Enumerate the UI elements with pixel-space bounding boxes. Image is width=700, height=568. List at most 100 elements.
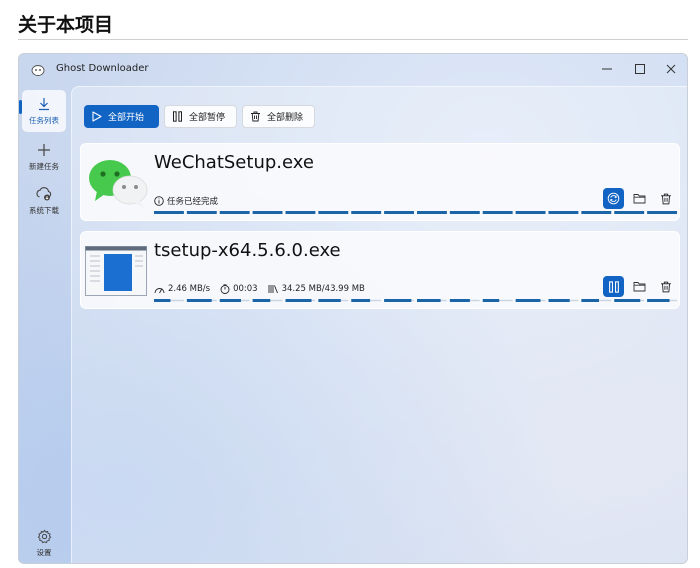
time-stat: 00:03 xyxy=(220,284,258,294)
progress-segment xyxy=(219,211,250,214)
progress-bar xyxy=(154,299,677,302)
app-window: Ghost Downloader 任务列表 新建任务 系统下载 设置 全部开始 … xyxy=(18,53,688,564)
installer-icon xyxy=(85,246,147,296)
progress-segment xyxy=(647,211,677,214)
sidebar-item-new-task[interactable]: 新建任务 xyxy=(22,136,66,178)
redownload-button[interactable] xyxy=(603,188,624,209)
progress-segment xyxy=(548,211,579,214)
task-list-panel: 全部开始 全部暂停 全部删除 WeChatSetup.exe 任务已经完成 ts… xyxy=(71,86,687,563)
progress-bar xyxy=(154,211,677,214)
ghost-app-icon xyxy=(31,65,45,76)
progress-segment xyxy=(318,211,349,214)
progress-segment xyxy=(515,299,541,302)
speedometer-icon xyxy=(154,287,165,293)
progress-segment xyxy=(417,299,441,302)
progress-segment xyxy=(219,299,241,302)
progress-segment xyxy=(186,299,212,302)
delete-all-button[interactable]: 全部删除 xyxy=(242,105,315,128)
close-icon xyxy=(666,64,676,74)
progress-segment xyxy=(186,211,217,214)
time-left-text: 00:03 xyxy=(233,284,258,294)
plus-icon xyxy=(38,144,50,156)
pause-all-button[interactable]: 全部暂停 xyxy=(164,105,237,128)
progress-segment xyxy=(384,299,412,302)
pause-icon xyxy=(173,111,182,122)
sidebar-item-label: 设置 xyxy=(36,547,52,557)
close-button[interactable] xyxy=(657,58,685,80)
progress-segment xyxy=(581,299,600,302)
refresh-icon xyxy=(607,192,620,205)
trash-icon xyxy=(251,111,260,122)
progress-segment xyxy=(548,299,570,302)
heading-divider xyxy=(18,39,688,40)
progress-segment xyxy=(252,211,283,214)
trash-icon xyxy=(660,193,671,204)
progress-segment xyxy=(252,299,271,302)
progress-segment xyxy=(449,299,470,302)
folder-icon xyxy=(633,282,646,292)
window-title: Ghost Downloader xyxy=(56,63,149,74)
title-bar: Ghost Downloader xyxy=(19,54,687,86)
progress-segment xyxy=(417,211,447,214)
start-all-button[interactable]: 全部开始 xyxy=(84,105,159,128)
progress-segment xyxy=(482,211,513,214)
download-icon xyxy=(39,98,49,111)
sidebar-item-system-download[interactable]: 系统下载 xyxy=(22,180,66,222)
progress-segment xyxy=(647,299,670,302)
sidebar-item-label: 新建任务 xyxy=(29,162,59,171)
active-indicator xyxy=(19,100,22,114)
task-card: WeChatSetup.exe 任务已经完成 xyxy=(80,143,680,221)
pause-icon xyxy=(608,280,619,293)
progress-segment xyxy=(351,299,371,302)
progress-segment xyxy=(318,299,341,302)
sidebar-item-label: 任务列表 xyxy=(29,116,59,125)
delete-all-label: 全部删除 xyxy=(267,113,304,123)
task-stats: 2.46 MB/s 00:03 34.25 MB/43.99 MB xyxy=(154,284,375,294)
timer-icon xyxy=(220,284,230,294)
task-card: tsetup-x64.5.6.0.exe 2.46 MB/s 00:03 34.… xyxy=(80,231,680,309)
status-text: 任务已经完成 xyxy=(167,197,219,207)
progress-segment xyxy=(154,299,171,302)
open-folder-button[interactable] xyxy=(629,188,650,209)
progress-segment xyxy=(482,299,500,302)
file-name: WeChatSetup.exe xyxy=(154,152,314,173)
open-folder-button[interactable] xyxy=(629,276,650,297)
speed-text: 2.46 MB/s xyxy=(168,284,211,294)
sidebar-item-label: 系统下载 xyxy=(29,206,59,215)
maximize-button[interactable] xyxy=(626,58,654,80)
size-text: 34.25 MB/43.99 MB xyxy=(281,284,365,294)
size-stat: 34.25 MB/43.99 MB xyxy=(268,284,365,294)
sidebar: 任务列表 新建任务 系统下载 设置 xyxy=(19,86,69,563)
wechat-icon xyxy=(89,160,148,208)
delete-task-button[interactable] xyxy=(655,188,676,209)
progress-segment xyxy=(285,299,312,302)
info-icon xyxy=(154,196,164,206)
minimize-icon xyxy=(602,68,612,70)
delete-task-button[interactable] xyxy=(655,276,676,297)
library-icon xyxy=(268,285,278,294)
file-name: tsetup-x64.5.6.0.exe xyxy=(154,240,341,261)
pause-all-label: 全部暂停 xyxy=(189,113,226,123)
gear-icon xyxy=(37,529,51,543)
folder-icon xyxy=(633,194,646,204)
progress-segment xyxy=(614,211,645,214)
progress-segment xyxy=(515,211,546,214)
play-icon xyxy=(92,111,102,122)
progress-segment xyxy=(285,211,316,214)
pause-task-button[interactable] xyxy=(603,276,624,297)
progress-segment xyxy=(614,299,641,302)
maximize-icon xyxy=(635,64,645,74)
progress-segment xyxy=(351,211,382,214)
progress-segment xyxy=(581,211,612,214)
task-status: 任务已经完成 xyxy=(154,195,218,207)
progress-segment xyxy=(449,211,480,214)
minimize-button[interactable] xyxy=(593,58,621,80)
speed-stat: 2.46 MB/s xyxy=(154,284,210,294)
progress-segment xyxy=(154,211,184,214)
page-heading: 关于本项目 xyxy=(18,14,114,36)
sidebar-item-task-list[interactable]: 任务列表 xyxy=(22,90,66,132)
sidebar-item-settings[interactable]: 设置 xyxy=(22,522,66,563)
start-all-label: 全部开始 xyxy=(108,113,145,123)
progress-segment xyxy=(384,211,414,214)
trash-icon xyxy=(660,281,671,292)
